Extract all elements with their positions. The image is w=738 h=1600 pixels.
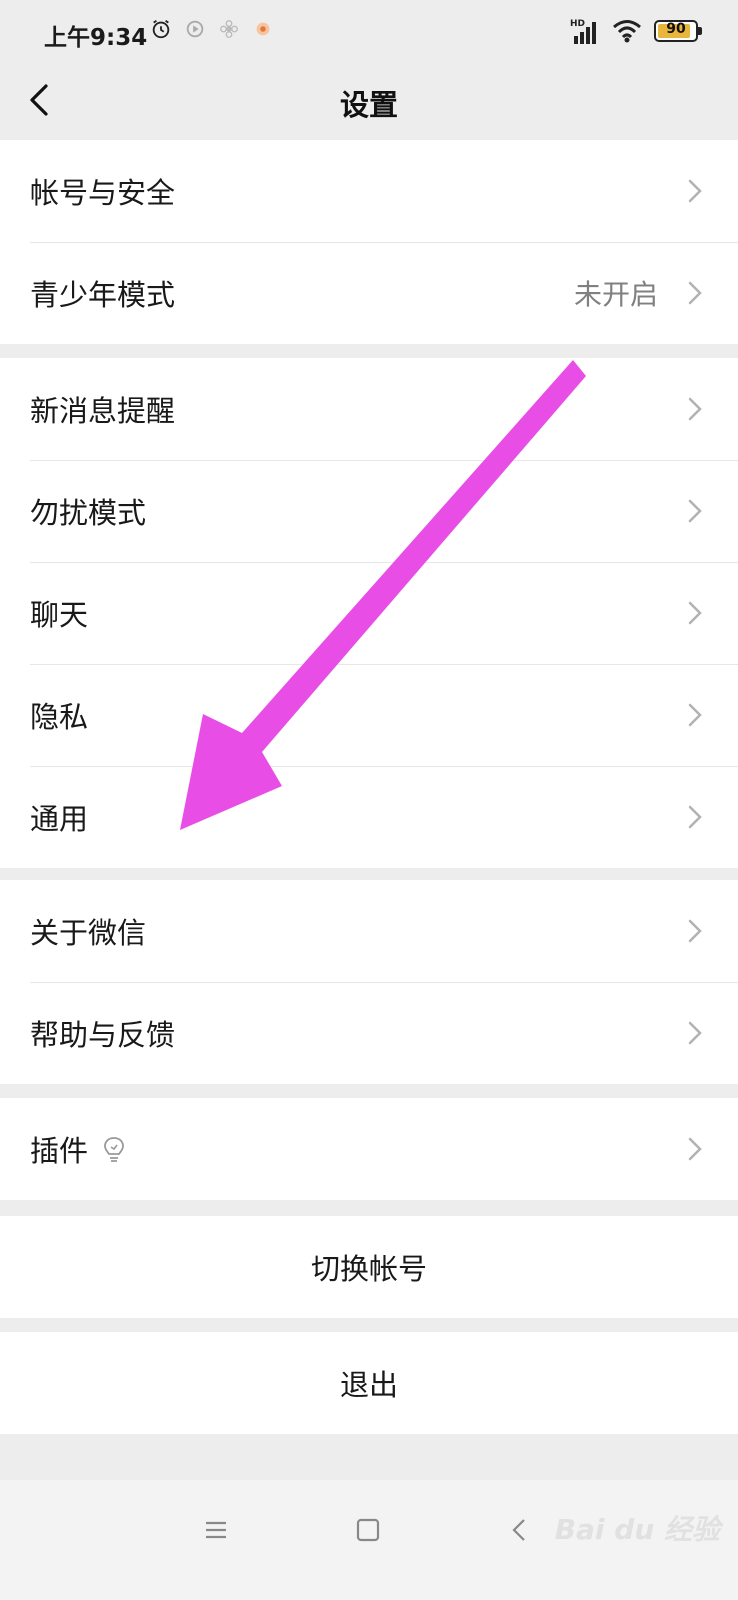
- switch-account-group: 切换帐号: [0, 1216, 738, 1318]
- chevron-right-icon: [688, 703, 702, 727]
- logout-button[interactable]: 退出: [0, 1332, 738, 1434]
- row-label: 新消息提醒: [30, 394, 176, 428]
- row-label: 隐私: [30, 700, 89, 734]
- status-notification-icons: [150, 18, 274, 40]
- settings-group-account: 帐号与安全 青少年模式 未开启: [0, 140, 738, 344]
- chevron-right-icon: [688, 601, 702, 625]
- row-help-feedback[interactable]: 帮助与反馈: [0, 982, 738, 1084]
- chevron-right-icon: [688, 397, 702, 421]
- taobao-app-icon: [256, 22, 270, 36]
- status-time: 上午9:34: [44, 25, 148, 51]
- row-label: 关于微信: [30, 916, 147, 950]
- menu-button[interactable]: [196, 1510, 236, 1550]
- flower-app-icon: [220, 20, 238, 38]
- network-label: HD: [570, 19, 585, 29]
- row-label: 插件: [30, 1134, 89, 1168]
- chevron-right-icon: [688, 499, 702, 523]
- switch-account-label: 切换帐号: [310, 1252, 427, 1286]
- back-button[interactable]: [18, 76, 66, 124]
- logout-label: 退出: [339, 1368, 398, 1402]
- settings-group-notifications: 新消息提醒 勿扰模式 聊天 隐私 通用: [0, 358, 738, 868]
- battery-text: 90: [666, 21, 686, 37]
- battery-tip: [698, 27, 702, 35]
- row-do-not-disturb[interactable]: 勿扰模式: [0, 460, 738, 562]
- row-label: 帐号与安全: [30, 176, 176, 210]
- home-square-icon: [356, 1518, 380, 1542]
- page-title: 设置: [339, 88, 398, 122]
- chevron-right-icon: [688, 1137, 702, 1161]
- row-label: 聊天: [30, 598, 89, 632]
- logout-group: 退出: [0, 1332, 738, 1434]
- row-privacy[interactable]: 隐私: [0, 664, 738, 766]
- row-about-wechat[interactable]: 关于微信: [0, 880, 738, 982]
- back-triangle-icon: [512, 1519, 525, 1541]
- home-button[interactable]: [348, 1510, 388, 1550]
- baidu-watermark: Bai du 经验: [554, 1513, 720, 1546]
- row-chat[interactable]: 聊天: [0, 562, 738, 664]
- video-app-icon: [186, 20, 204, 38]
- system-back-button[interactable]: [500, 1510, 540, 1550]
- chevron-right-icon: [688, 1021, 702, 1045]
- row-teen-mode[interactable]: 青少年模式 未开启: [0, 242, 738, 344]
- switch-account-button[interactable]: 切换帐号: [0, 1216, 738, 1318]
- row-value: 未开启: [573, 278, 658, 311]
- lightbulb-icon: [104, 1137, 124, 1162]
- row-plugins[interactable]: 插件: [0, 1098, 738, 1200]
- row-label: 通用: [30, 802, 89, 836]
- row-label: 帮助与反馈: [30, 1018, 176, 1052]
- row-label: 勿扰模式: [30, 496, 147, 530]
- wifi-icon: [613, 20, 641, 43]
- alarm-icon: [152, 19, 170, 39]
- chevron-right-icon: [688, 805, 702, 829]
- row-account-security[interactable]: 帐号与安全: [0, 140, 738, 242]
- chevron-right-icon: [688, 281, 702, 305]
- signal-icon: HD: [570, 19, 596, 44]
- row-general[interactable]: 通用: [0, 766, 738, 868]
- row-new-message-alerts[interactable]: 新消息提醒: [0, 358, 738, 460]
- chevron-right-icon: [688, 919, 702, 943]
- status-bar: 上午9:34 HD 90: [0, 0, 738, 66]
- menu-icon: [206, 1521, 226, 1539]
- row-label: 青少年模式: [30, 278, 176, 312]
- status-system-icons: HD 90: [570, 18, 702, 44]
- chevron-left-icon: [30, 84, 48, 116]
- settings-group-about: 关于微信 帮助与反馈: [0, 880, 738, 1084]
- nav-bar: 设置: [0, 66, 738, 138]
- battery-indicator: 90: [654, 20, 702, 42]
- settings-group-plugins: 插件: [0, 1098, 738, 1200]
- chevron-right-icon: [688, 179, 702, 203]
- system-navigation-bar: Bai du 经验: [0, 1480, 738, 1600]
